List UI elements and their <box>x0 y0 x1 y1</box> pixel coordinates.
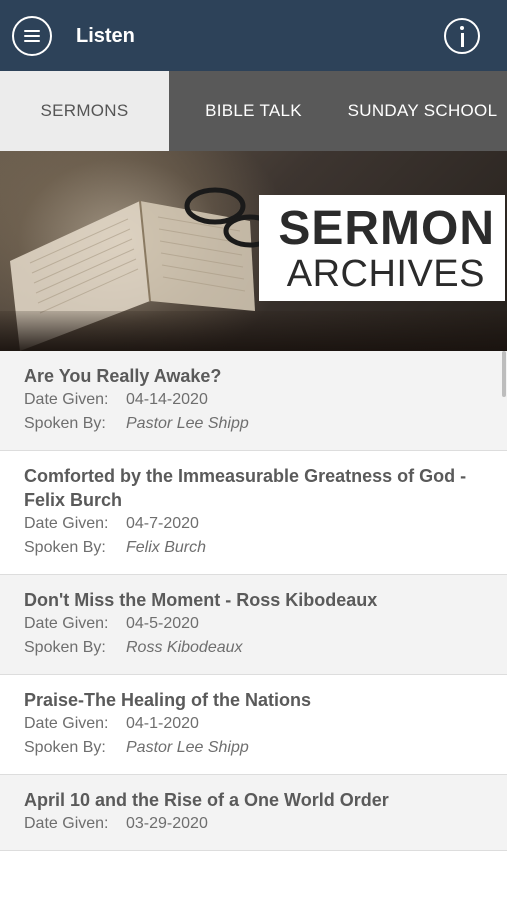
speaker-label: Spoken By: <box>24 415 106 432</box>
app-bar: Listen <box>0 0 507 71</box>
list-item[interactable]: Comforted by the Immeasurable Greatness … <box>0 451 507 575</box>
sermon-archives-banner: SERMON ARCHIVES <box>0 151 507 351</box>
tab-sunday-school[interactable]: SUNDAY SCHOOL <box>338 71 507 151</box>
sermon-speaker: Pastor Lee Shipp <box>126 739 249 756</box>
sermon-title: Praise-The Healing of the Nations <box>24 690 312 710</box>
hamburger-menu-icon[interactable] <box>12 16 52 56</box>
speaker-label: Spoken By: <box>24 739 106 756</box>
sermon-speaker: Pastor Lee Shipp <box>126 415 249 432</box>
banner-sign: SERMON ARCHIVES <box>259 195 505 301</box>
list-item[interactable]: Praise-The Healing of the Nations Date G… <box>0 675 507 775</box>
sermon-speaker: Felix Burch <box>126 539 207 556</box>
sermon-date: 04-7-2020 <box>126 515 199 532</box>
sermon-title: Comforted by the Immeasurable Greatness … <box>24 466 467 510</box>
list-item[interactable]: April 10 and the Rise of a One World Ord… <box>0 775 507 851</box>
sermon-title: April 10 and the Rise of a One World Ord… <box>24 790 389 810</box>
date-label: Date Given: <box>24 715 109 732</box>
sermon-date: 04-5-2020 <box>126 615 199 632</box>
sermon-date: 03-29-2020 <box>126 815 208 832</box>
date-label: Date Given: <box>24 515 109 532</box>
sermon-date: 04-1-2020 <box>126 715 199 732</box>
sermon-date: 04-14-2020 <box>126 391 208 408</box>
date-label: Date Given: <box>24 391 109 408</box>
sermon-speaker: Ross Kibodeaux <box>126 639 243 656</box>
banner-title: SERMON <box>278 202 495 255</box>
speaker-label: Spoken By: <box>24 539 106 556</box>
sermon-list: Are You Really Awake? Date Given: 04-14-2… <box>0 351 507 900</box>
date-label: Date Given: <box>24 615 109 632</box>
tab-sermons[interactable]: SERMONS <box>0 71 169 151</box>
list-item[interactable]: Don't Miss the Moment - Ross Kibodeaux D… <box>0 575 507 675</box>
tab-bar: SERMONS BIBLE TALK SUNDAY SCHOOL <box>0 71 507 151</box>
info-icon[interactable] <box>444 18 480 54</box>
tab-bible-talk[interactable]: BIBLE TALK <box>169 71 338 151</box>
list-item[interactable]: Are You Really Awake? Date Given: 04-14-2… <box>0 351 507 451</box>
date-label: Date Given: <box>24 815 109 832</box>
banner-subtitle: ARCHIVES <box>286 253 485 295</box>
page-title: Listen <box>76 25 135 47</box>
sermon-title: Are You Really Awake? <box>24 366 222 386</box>
sermon-title: Don't Miss the Moment - Ross Kibodeaux <box>24 590 378 610</box>
speaker-label: Spoken By: <box>24 639 106 656</box>
scrollbar[interactable] <box>502 351 506 397</box>
